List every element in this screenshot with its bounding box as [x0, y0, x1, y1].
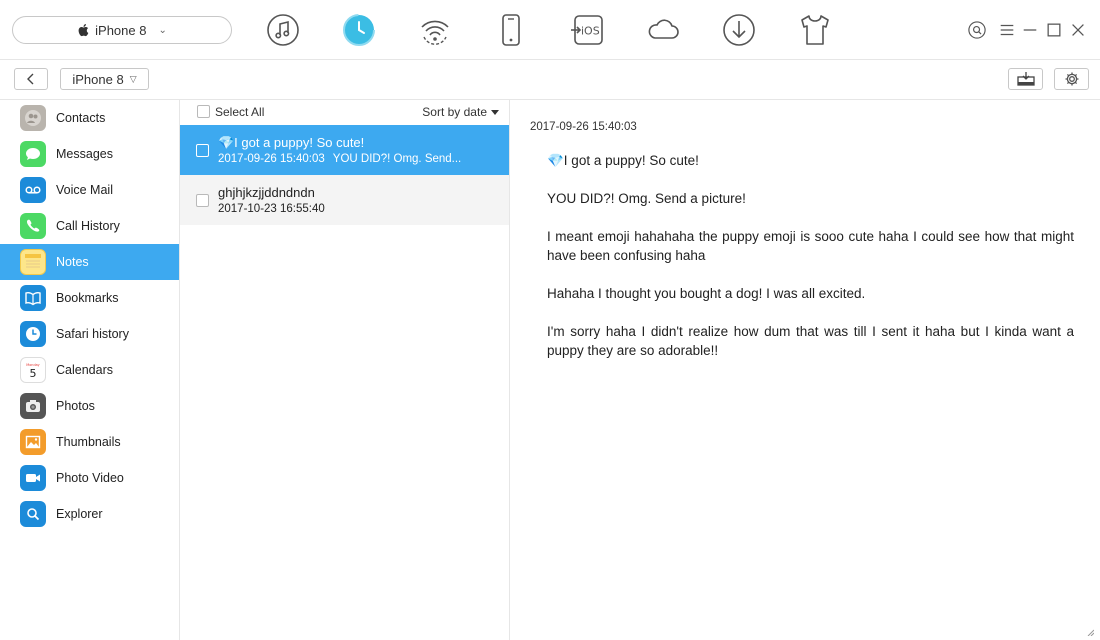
thumbnails-icon	[20, 429, 46, 455]
download-icon[interactable]	[721, 12, 757, 48]
sidebar-item-call-history[interactable]: Call History	[0, 208, 179, 244]
note-paragraph: I'm sorry haha I didn't realize how dum …	[547, 324, 1074, 358]
phone-icon[interactable]	[493, 12, 529, 48]
sidebar-item-voice-mail[interactable]: Voice Mail	[0, 172, 179, 208]
apple-icon	[78, 24, 89, 37]
chevron-down-icon: ⌄	[158, 24, 167, 36]
note-date: 2017-10-23 16:55:40	[218, 203, 325, 215]
sidebar-item-label: Explorer	[56, 507, 103, 521]
svg-text:iOS: iOS	[581, 25, 600, 38]
sidebar-item-label: Voice Mail	[56, 183, 113, 197]
note-detail-body: 💎I got a puppy! So cute! YOU DID?! Omg. …	[547, 151, 1074, 379]
sidebar-item-thumbnails[interactable]: Thumbnails	[0, 424, 179, 460]
sidebar-item-contacts[interactable]: Contacts	[0, 100, 179, 136]
safari-history-icon	[20, 321, 46, 347]
sidebar-item-notes[interactable]: Notes	[0, 244, 179, 280]
sort-label: Sort by date	[422, 105, 487, 119]
messages-icon	[20, 141, 46, 167]
note-paragraph: YOU DID?! Omg. Send a picture!	[547, 191, 746, 206]
camera-icon	[20, 393, 46, 419]
sidebar-item-label: Call History	[56, 219, 120, 233]
list-header: Select All Sort by date	[180, 100, 510, 125]
chevron-left-icon	[27, 73, 34, 85]
chevron-down-icon: ▽	[129, 73, 137, 84]
sidebar-item-photos[interactable]: Photos	[0, 388, 179, 424]
top-toolbar: iPhone 8 ⌄ iOS	[0, 0, 1100, 60]
device-dropdown-label: iPhone 8	[72, 71, 124, 87]
close-icon[interactable]	[1068, 20, 1088, 40]
note-paragraph: Hahaha I thought you bought a dog! I was…	[547, 286, 866, 301]
navigation-bar: iPhone 8 ▽	[0, 60, 1100, 100]
search-icon[interactable]	[967, 20, 987, 40]
video-icon	[20, 465, 46, 491]
explorer-search-icon	[20, 501, 46, 527]
sidebar-item-messages[interactable]: Messages	[0, 136, 179, 172]
sidebar-item-photo-video[interactable]: Photo Video	[0, 460, 179, 496]
sidebar-item-label: Photo Video	[56, 471, 124, 485]
wifi-sync-icon[interactable]	[417, 12, 453, 48]
menu-icon[interactable]	[997, 20, 1017, 40]
note-paragraph: 💎I got a puppy! So cute!	[547, 153, 699, 168]
notes-icon	[20, 249, 46, 275]
minimize-icon[interactable]	[1020, 20, 1040, 40]
note-preview: YOU DID?! Omg. Send...	[332, 153, 462, 165]
category-sidebar: Contacts Messages Voice Mail Call Histor…	[0, 100, 180, 640]
gear-icon	[1065, 72, 1078, 86]
backup-history-icon[interactable]	[341, 12, 377, 48]
device-selector-label: iPhone 8	[95, 22, 147, 38]
resize-grip-icon[interactable]	[1086, 628, 1094, 636]
sidebar-item-label: Bookmarks	[56, 291, 119, 305]
sidebar-item-label: Notes	[56, 255, 89, 269]
note-title: ghjhjkzjjddndndn	[218, 185, 315, 200]
sidebar-item-label: Photos	[56, 399, 95, 413]
maximize-icon[interactable]	[1044, 20, 1064, 40]
note-date: 2017-09-26 15:40:03	[218, 153, 325, 165]
select-all-checkbox[interactable]	[197, 105, 210, 118]
list-item[interactable]: ghjhjkzjjddndndn 2017-10-23 16:55:40	[180, 175, 509, 225]
sidebar-item-bookmarks[interactable]: Bookmarks	[0, 280, 179, 316]
device-dropdown[interactable]: iPhone 8 ▽	[60, 68, 149, 90]
note-meta: 2017-10-23 16:55:40	[218, 203, 333, 215]
sidebar-item-label: Safari history	[56, 327, 129, 341]
contacts-icon	[20, 105, 46, 131]
sidebar-item-label: Messages	[56, 147, 113, 161]
sidebar-item-label: Thumbnails	[56, 435, 121, 449]
export-to-pc-button[interactable]	[1008, 68, 1043, 90]
sidebar-item-explorer[interactable]: Explorer	[0, 496, 179, 532]
note-paragraph: I meant emoji hahahaha the puppy emoji i…	[547, 229, 1074, 263]
sidebar-item-label: Calendars	[56, 363, 113, 377]
sort-dropdown[interactable]: Sort by date	[422, 105, 499, 119]
note-checkbox[interactable]	[196, 194, 209, 207]
bookmarks-icon	[20, 285, 46, 311]
note-checkbox[interactable]	[196, 144, 209, 157]
notes-list-panel: Select All Sort by date 💎I got a puppy! …	[180, 100, 510, 640]
back-button[interactable]	[14, 68, 48, 90]
caret-down-icon	[491, 109, 499, 115]
phone-icon	[20, 213, 46, 239]
calendar-day-number: 5	[30, 367, 37, 379]
list-item[interactable]: 💎I got a puppy! So cute! 2017-09-26 15:4…	[180, 125, 509, 175]
sidebar-item-calendars[interactable]: Monday 5 Calendars	[0, 352, 179, 388]
export-icon	[1016, 72, 1035, 86]
sidebar-item-safari-history[interactable]: Safari history	[0, 316, 179, 352]
calendar-icon: Monday 5	[20, 357, 46, 383]
voicemail-icon	[20, 177, 46, 203]
note-detail-date: 2017-09-26 15:40:03	[530, 121, 637, 133]
select-all-label[interactable]: Select All	[215, 105, 264, 119]
sidebar-item-label: Contacts	[56, 111, 106, 125]
note-title: 💎I got a puppy! So cute!	[218, 135, 365, 150]
device-selector[interactable]: iPhone 8 ⌄	[12, 16, 232, 44]
note-detail-panel: 2017-09-26 15:40:03 💎I got a puppy! So c…	[510, 100, 1100, 640]
ios-transfer-icon[interactable]: iOS	[569, 12, 605, 48]
note-meta: 2017-09-26 15:40:03 YOU DID?! Omg. Send..…	[218, 153, 461, 165]
tshirt-icon[interactable]	[797, 12, 833, 48]
settings-button[interactable]	[1054, 68, 1089, 90]
cloud-icon[interactable]	[645, 12, 681, 48]
music-icon[interactable]	[265, 12, 301, 48]
